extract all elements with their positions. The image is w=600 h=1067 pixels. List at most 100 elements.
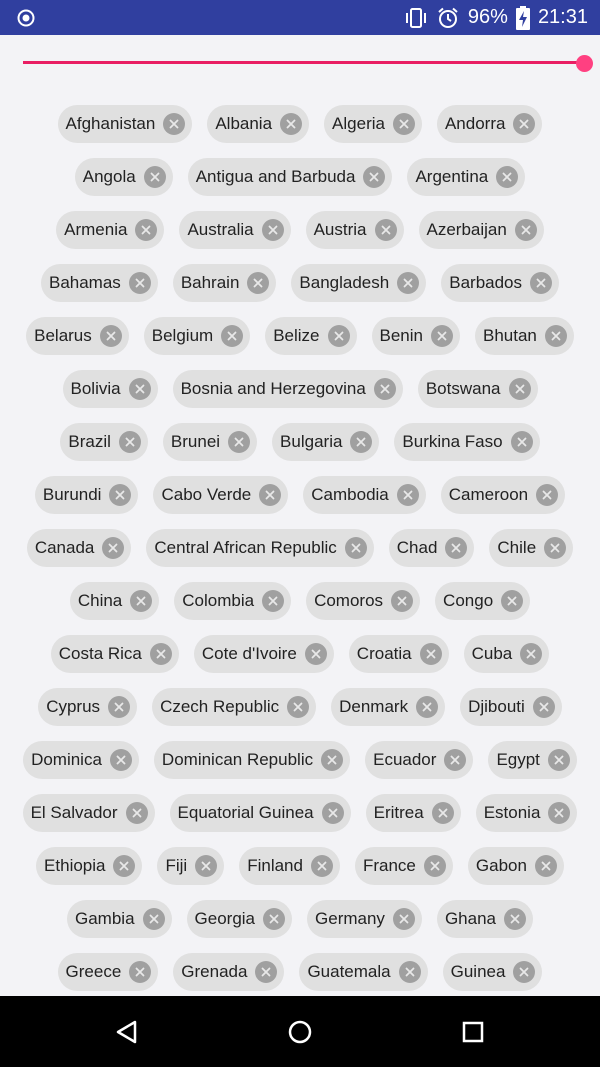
country-chip[interactable]: Cambodia bbox=[303, 476, 426, 514]
country-chip[interactable]: Germany bbox=[307, 900, 422, 938]
close-circle-icon[interactable] bbox=[287, 696, 310, 718]
country-chip[interactable]: Chad bbox=[388, 529, 475, 567]
close-circle-icon[interactable] bbox=[321, 749, 344, 771]
close-circle-icon[interactable] bbox=[149, 643, 172, 665]
close-circle-icon[interactable] bbox=[135, 219, 158, 241]
close-circle-icon[interactable] bbox=[444, 749, 467, 771]
close-circle-icon[interactable] bbox=[247, 272, 270, 294]
close-circle-icon[interactable] bbox=[416, 696, 439, 718]
close-circle-icon[interactable] bbox=[344, 537, 367, 559]
country-chip[interactable]: El Salvador bbox=[22, 794, 155, 832]
close-circle-icon[interactable] bbox=[514, 219, 537, 241]
country-chip[interactable]: Cyprus bbox=[38, 688, 138, 726]
country-chip[interactable]: Ethiopia bbox=[36, 847, 143, 885]
country-chip[interactable]: Estonia bbox=[475, 794, 578, 832]
slider-thumb[interactable] bbox=[576, 55, 593, 72]
country-chip[interactable]: Bolivia bbox=[62, 370, 158, 408]
close-circle-icon[interactable] bbox=[508, 378, 531, 400]
country-chip[interactable]: Ghana bbox=[436, 900, 533, 938]
close-circle-icon[interactable] bbox=[536, 484, 559, 506]
country-chip[interactable]: Angola bbox=[74, 158, 173, 196]
country-chip[interactable]: Albania bbox=[207, 105, 310, 143]
seek-slider[interactable] bbox=[23, 55, 593, 72]
country-chip[interactable]: Czech Republic bbox=[152, 688, 317, 726]
close-circle-icon[interactable] bbox=[228, 431, 251, 453]
country-chip[interactable]: France bbox=[354, 847, 453, 885]
close-circle-icon[interactable] bbox=[125, 802, 148, 824]
country-chip[interactable]: Barbados bbox=[441, 264, 560, 302]
country-chip[interactable]: Bangladesh bbox=[291, 264, 427, 302]
country-chip[interactable]: Djibouti bbox=[460, 688, 562, 726]
close-circle-icon[interactable] bbox=[304, 643, 327, 665]
country-chip[interactable]: Dominica bbox=[23, 741, 139, 779]
close-circle-icon[interactable] bbox=[501, 590, 524, 612]
close-circle-icon[interactable] bbox=[363, 166, 386, 188]
close-circle-icon[interactable] bbox=[130, 590, 153, 612]
country-chip[interactable]: Egypt bbox=[488, 741, 577, 779]
country-chip[interactable]: Gabon bbox=[467, 847, 564, 885]
country-chip[interactable]: Australia bbox=[179, 211, 291, 249]
close-circle-icon[interactable] bbox=[221, 325, 244, 347]
country-chip[interactable]: Finland bbox=[239, 847, 340, 885]
close-circle-icon[interactable] bbox=[398, 961, 421, 983]
country-chip[interactable]: Andorra bbox=[436, 105, 543, 143]
close-circle-icon[interactable] bbox=[163, 113, 186, 135]
close-circle-icon[interactable] bbox=[261, 219, 284, 241]
country-chip[interactable]: Bosnia and Herzegovina bbox=[172, 370, 403, 408]
recents-icon[interactable] bbox=[457, 1016, 489, 1048]
close-circle-icon[interactable] bbox=[397, 272, 420, 294]
country-chip[interactable]: Armenia bbox=[56, 211, 165, 249]
country-chip[interactable]: China bbox=[69, 582, 160, 620]
country-chip[interactable]: Bhutan bbox=[474, 317, 574, 355]
country-chip[interactable]: Ecuador bbox=[365, 741, 474, 779]
close-circle-icon[interactable] bbox=[431, 802, 454, 824]
close-circle-icon[interactable] bbox=[430, 325, 453, 347]
country-chip[interactable]: Fiji bbox=[157, 847, 225, 885]
country-chip[interactable]: Costa Rica bbox=[50, 635, 179, 673]
close-circle-icon[interactable] bbox=[513, 113, 536, 135]
close-circle-icon[interactable] bbox=[419, 643, 442, 665]
close-circle-icon[interactable] bbox=[513, 961, 536, 983]
country-chip[interactable]: Brazil bbox=[60, 423, 148, 461]
close-circle-icon[interactable] bbox=[532, 696, 555, 718]
country-chip[interactable]: Belgium bbox=[143, 317, 251, 355]
home-icon[interactable] bbox=[284, 1016, 316, 1048]
close-circle-icon[interactable] bbox=[391, 590, 414, 612]
country-chip[interactable]: Brunei bbox=[162, 423, 258, 461]
country-chip[interactable]: Colombia bbox=[174, 582, 292, 620]
close-circle-icon[interactable] bbox=[520, 643, 543, 665]
country-chip[interactable]: Bulgaria bbox=[272, 423, 380, 461]
back-icon[interactable] bbox=[111, 1016, 143, 1048]
close-circle-icon[interactable] bbox=[350, 431, 373, 453]
country-chip[interactable]: Chile bbox=[489, 529, 574, 567]
close-circle-icon[interactable] bbox=[544, 537, 567, 559]
close-circle-icon[interactable] bbox=[142, 908, 165, 930]
close-circle-icon[interactable] bbox=[423, 855, 446, 877]
country-chip[interactable]: Cabo Verde bbox=[153, 476, 289, 514]
country-chip[interactable]: Benin bbox=[371, 317, 460, 355]
country-chip[interactable]: Afghanistan bbox=[57, 105, 193, 143]
close-circle-icon[interactable] bbox=[503, 908, 526, 930]
country-chip[interactable]: Belarus bbox=[26, 317, 129, 355]
country-chip[interactable]: Eritrea bbox=[365, 794, 461, 832]
close-circle-icon[interactable] bbox=[530, 272, 553, 294]
country-chip[interactable]: Belize bbox=[265, 317, 357, 355]
country-chip[interactable]: Azerbaijan bbox=[418, 211, 544, 249]
country-chip[interactable]: Comoros bbox=[306, 582, 421, 620]
country-chip[interactable]: Burundi bbox=[34, 476, 139, 514]
country-chip[interactable]: Denmark bbox=[331, 688, 446, 726]
close-circle-icon[interactable] bbox=[547, 749, 570, 771]
close-circle-icon[interactable] bbox=[113, 855, 136, 877]
country-chip[interactable]: Equatorial Guinea bbox=[169, 794, 351, 832]
country-chip[interactable]: Georgia bbox=[186, 900, 293, 938]
country-chip[interactable]: Dominican Republic bbox=[153, 741, 351, 779]
country-chip[interactable]: Bahrain bbox=[172, 264, 277, 302]
country-chip[interactable]: Cuba bbox=[463, 635, 550, 673]
country-chip[interactable]: Grenada bbox=[173, 953, 285, 991]
close-circle-icon[interactable] bbox=[108, 696, 131, 718]
country-chip[interactable]: Cote d'Ivoire bbox=[193, 635, 334, 673]
country-chip[interactable]: Greece bbox=[57, 953, 159, 991]
close-circle-icon[interactable] bbox=[496, 166, 519, 188]
close-circle-icon[interactable] bbox=[396, 484, 419, 506]
country-chip[interactable]: Austria bbox=[305, 211, 404, 249]
